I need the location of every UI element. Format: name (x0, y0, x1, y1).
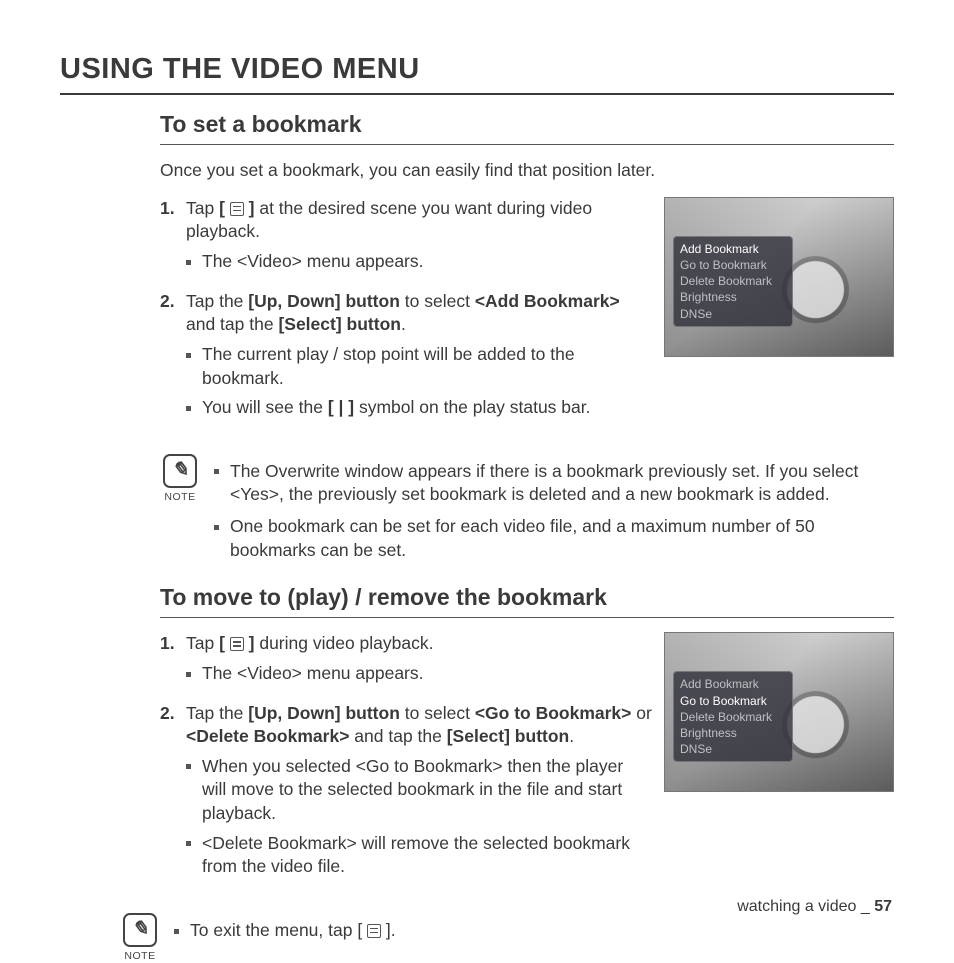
note-caption: NOTE (120, 949, 160, 963)
step-text: Tap the (186, 291, 248, 311)
menu-item-delete-bookmark: Delete Bookmark (680, 709, 786, 725)
sub-bullet: <Delete Bookmark> will remove the select… (186, 832, 652, 879)
menu-item-brightness: Brightness (680, 289, 786, 305)
bold: <Add Bookmark> (475, 291, 620, 311)
sub-bullet: The <Video> menu appears. (186, 250, 652, 274)
sub-bullet: The <Video> menu appears. (186, 662, 652, 686)
menu-item-delete-bookmark: Delete Bookmark (680, 273, 786, 289)
step-1: 1. Tap [ ] during video playback. The <V… (160, 632, 652, 691)
bold: [Select] button (447, 726, 570, 746)
menu-item-go-to-bookmark: Go to Bookmark (680, 257, 786, 273)
bracket: ] (244, 633, 255, 653)
step-text: or (631, 703, 651, 723)
note-icon: ✎ (163, 454, 197, 488)
bracket: [ (219, 198, 230, 218)
menu-item-go-to-bookmark: Go to Bookmark (680, 693, 786, 709)
step-text: to select (400, 703, 475, 723)
device-screenshot-1: Add Bookmark Go to Bookmark Delete Bookm… (664, 197, 894, 357)
menu-item-brightness: Brightness (680, 725, 786, 741)
step-text: Tap (186, 198, 219, 218)
note-bullet: One bookmark can be set for each video f… (214, 515, 894, 562)
video-menu-overlay: Add Bookmark Go to Bookmark Delete Bookm… (673, 236, 793, 327)
step-2: 2. Tap the [Up, Down] button to select <… (160, 702, 652, 885)
text: You will see the (202, 397, 328, 417)
sub-bullet: The current play / stop point will be ad… (186, 343, 652, 390)
bracket: ] (244, 198, 255, 218)
page-number: 57 (874, 898, 892, 915)
section-set-bookmark: To set a bookmark Once you set a bookmar… (60, 109, 894, 436)
sub-bullet: You will see the [ | ] symbol on the pla… (186, 396, 652, 420)
intro-text: Once you set a bookmark, you can easily … (160, 159, 894, 183)
bold: [Up, Down] button (248, 703, 400, 723)
text: To exit the menu, tap [ (190, 920, 367, 940)
bold: <Delete Bookmark> (186, 726, 349, 746)
bold: [ | ] (328, 397, 354, 417)
bold: [Up, Down] button (248, 291, 400, 311)
menu-icon (230, 202, 244, 216)
text: symbol on the play status bar. (354, 397, 590, 417)
menu-item-add-bookmark: Add Bookmark (680, 241, 786, 257)
step-number: 2. (160, 290, 186, 426)
step-text: and tap the (186, 314, 278, 334)
bold: <Go to Bookmark> (475, 703, 632, 723)
device-screenshot-2: Add Bookmark Go to Bookmark Delete Bookm… (664, 632, 894, 792)
step-text: Tap the (186, 703, 248, 723)
note-icon: ✎ (123, 913, 157, 947)
sub-bullet: When you selected <Go to Bookmark> then … (186, 755, 652, 826)
note-block-2: ✎ NOTE To exit the menu, tap [ ]. (60, 913, 894, 963)
menu-item-add-bookmark: Add Bookmark (680, 676, 786, 692)
section-move-remove-bookmark: To move to (play) / remove the bookmark … (60, 582, 894, 895)
step-text: . (401, 314, 406, 334)
menu-item-dnse: DNSe (680, 306, 786, 322)
menu-item-dnse: DNSe (680, 741, 786, 757)
footer-text: watching a video _ (737, 898, 874, 915)
step-text: during video playback. (254, 633, 433, 653)
step-text: and tap the (349, 726, 446, 746)
step-number: 2. (160, 702, 186, 885)
menu-icon (230, 637, 244, 651)
step-1: 1. Tap [ ] at the desired scene you want… (160, 197, 652, 280)
bold: [Select] button (278, 314, 401, 334)
section-title: To move to (play) / remove the bookmark (160, 582, 894, 618)
video-menu-overlay: Add Bookmark Go to Bookmark Delete Bookm… (673, 671, 793, 762)
step-text: Tap (186, 633, 219, 653)
note-bullet: To exit the menu, tap [ ]. (174, 919, 894, 943)
page-title: USING THE VIDEO MENU (60, 50, 894, 95)
page-footer: watching a video _ 57 (737, 896, 892, 918)
bracket: [ (219, 633, 230, 653)
note-block-1: ✎ NOTE The Overwrite window appears if t… (60, 454, 894, 571)
step-number: 1. (160, 197, 186, 280)
step-text: . (569, 726, 574, 746)
note-caption: NOTE (160, 490, 200, 504)
step-number: 1. (160, 632, 186, 691)
text: ]. (381, 920, 396, 940)
step-text: to select (400, 291, 475, 311)
menu-icon (367, 924, 381, 938)
section-title: To set a bookmark (160, 109, 894, 145)
note-bullet: The Overwrite window appears if there is… (214, 460, 894, 507)
step-2: 2. Tap the [Up, Down] button to select <… (160, 290, 652, 426)
